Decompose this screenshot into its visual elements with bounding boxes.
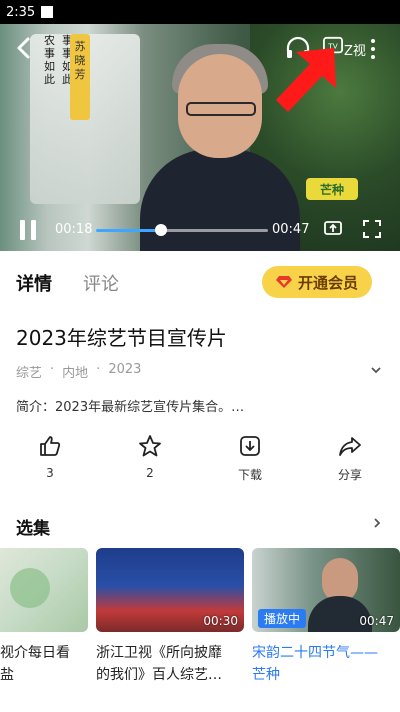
progress-fill [96, 229, 162, 232]
action-bar: 3 2 下载 分享 [0, 434, 400, 494]
meta-region: 内地 [62, 366, 89, 381]
download-icon [240, 436, 260, 456]
episode-duration: 00:47 [359, 614, 394, 628]
episode-card[interactable]: 视介每日看 盐 [0, 548, 88, 686]
notification-icon [41, 6, 54, 18]
presenter-name-banner: 苏晓芳 [70, 34, 90, 120]
episodes-heading: 选集 [16, 519, 50, 539]
progress-slider[interactable] [96, 224, 268, 236]
video-caption-1: 农事如此 [44, 34, 55, 86]
download-label: 下载 [237, 468, 262, 482]
episode-caption: 视介每日看 盐 [0, 645, 70, 683]
tab-comments[interactable]: 评论 [83, 270, 119, 296]
episode-list: 视介每日看 盐 00:30 浙江卫视《所向披靡 的我们》百人综艺… 播放中 00… [0, 548, 400, 698]
fullscreen-icon[interactable] [362, 219, 382, 239]
more-icon[interactable] [368, 38, 378, 60]
chevron-right-icon[interactable] [370, 516, 384, 530]
star-icon [139, 435, 161, 457]
red-arrow-annotation [276, 48, 336, 112]
back-icon[interactable] [14, 36, 34, 60]
program-description[interactable]: 简介：2023年最新综艺宣传片集合。… [16, 396, 244, 415]
episode-card-playing[interactable]: 播放中 00:47 宋韵二十四节气—— 芒种 [252, 548, 400, 686]
video-presenter-glasses [186, 102, 256, 116]
meta-separator: · [96, 362, 101, 377]
meta-year: 2023 [108, 362, 142, 377]
share-icon [339, 437, 361, 456]
meta-separator: · [50, 362, 55, 377]
meta-genre: 综艺 [16, 366, 43, 381]
pause-icon[interactable] [20, 220, 36, 240]
status-bar: 2:35 [0, 0, 400, 24]
chevron-down-icon[interactable] [368, 362, 384, 378]
episode-thumbnail [0, 548, 88, 632]
episode-thumbnail: 播放中 00:47 [252, 548, 400, 632]
share-label: 分享 [337, 468, 362, 482]
duration: 00:47 [272, 222, 310, 237]
current-time: 00:18 [55, 222, 93, 237]
episode-caption: 浙江卫视《所向披靡 的我们》百人综艺… [96, 645, 222, 683]
status-time: 2:35 [6, 4, 36, 20]
diamond-icon [275, 276, 292, 288]
open-vip-button[interactable]: 开通会员 [262, 266, 372, 298]
thumbs-up-icon [40, 436, 61, 456]
tv-logo-text: Z视 [344, 44, 366, 59]
share-button[interactable]: 分享 [320, 434, 380, 483]
favorite-button[interactable]: 2 [120, 434, 180, 480]
favorite-count: 2 [146, 466, 154, 480]
download-button[interactable]: 下载 [220, 434, 280, 483]
cast-icon[interactable] [323, 219, 343, 239]
episode-thumbnail: 00:30 [96, 548, 244, 632]
mangzhong-badge: 芒种 [306, 178, 358, 200]
open-vip-label: 开通会员 [297, 273, 358, 292]
episode-duration: 00:30 [203, 614, 238, 628]
like-count: 3 [46, 466, 54, 480]
now-playing-badge: 播放中 [258, 609, 307, 628]
episode-card[interactable]: 00:30 浙江卫视《所向披靡 的我们》百人综艺… [96, 548, 244, 686]
tab-details[interactable]: 详情 [16, 270, 52, 296]
like-button[interactable]: 3 [20, 434, 80, 480]
episode-caption: 宋韵二十四节气—— 芒种 [252, 645, 378, 683]
program-meta: 综艺 · 内地 · 2023 [16, 362, 141, 381]
program-title: 2023年综艺节目宣传片 [16, 326, 227, 350]
